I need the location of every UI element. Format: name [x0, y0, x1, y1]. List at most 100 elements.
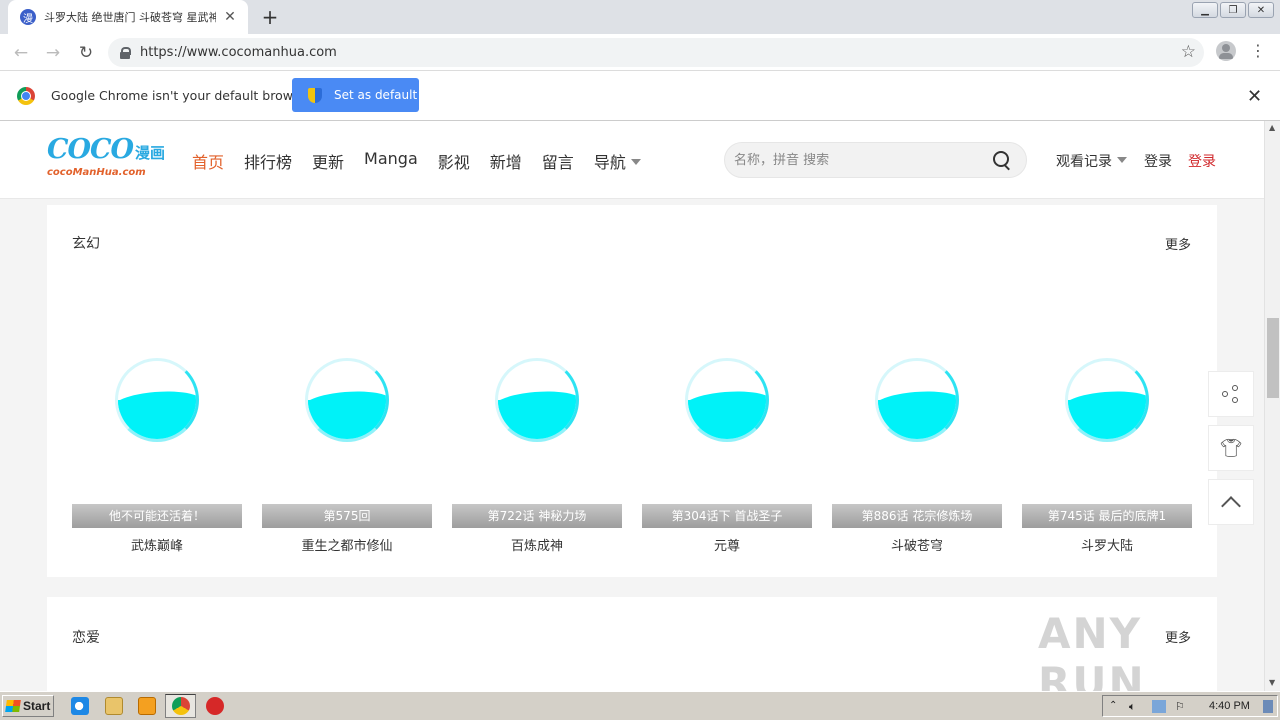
card-latest-chapter: 第575回	[262, 504, 432, 528]
action-center-flag-icon[interactable]: ⚐	[1175, 700, 1189, 713]
new-tab-button[interactable]: +	[258, 5, 282, 29]
stop-recording-icon[interactable]	[206, 697, 224, 715]
scrollbar-thumb[interactable]	[1267, 318, 1279, 398]
loading-spinner-icon	[115, 358, 199, 442]
card-latest-chapter: 第722话 神秘力场	[452, 504, 622, 528]
site-header: COCO 漫画 cocoManHua.com 首页 排行榜 更新 Manga 影视…	[0, 121, 1264, 199]
section-title: 玄幻	[72, 236, 100, 252]
set-as-default-button[interactable]: Set as default	[292, 78, 419, 112]
section-fantasy: 玄幻 更多 他不可能还活着！ 武炼巅峰 第575回 重生之都市修仙 第722话 …	[47, 205, 1217, 577]
nav-ranking[interactable]: 排行榜	[244, 149, 292, 173]
section-more-link[interactable]: 更多	[1165, 234, 1191, 253]
card-title[interactable]: 元尊	[642, 535, 812, 554]
comic-card[interactable]: 第745话 最后的底牌1 斗罗大陆	[1022, 350, 1192, 560]
scroll-up-arrow-icon[interactable]: ▲	[1269, 123, 1275, 132]
windows-logo-icon	[5, 700, 21, 712]
taskbar-clock[interactable]: 4:40 PM	[1209, 700, 1250, 712]
logo-chinese: 漫画	[135, 144, 166, 162]
browser-toolbar: ← → ↻ https://www.cocomanhua.com ☆	[0, 34, 1280, 71]
tab-strip: 漫 斗罗大陆 绝世唐门 斗破苍穹 星武神 ✕ + ▁ ❐ ✕	[0, 0, 1280, 34]
loading-spinner-icon	[495, 358, 579, 442]
card-title[interactable]: 斗破苍穹	[832, 535, 1002, 554]
chrome-taskbar-button[interactable]	[165, 694, 196, 718]
back-to-top-button[interactable]	[1208, 479, 1254, 525]
loading-wave	[118, 400, 196, 439]
bookmark-star-icon[interactable]: ☆	[1181, 42, 1196, 62]
watch-history-label: 观看记录	[1056, 154, 1112, 170]
chevron-down-icon	[1117, 157, 1127, 163]
search-icon[interactable]	[993, 151, 1011, 169]
tshirt-icon: 👕︎	[1219, 437, 1243, 459]
page-scrollbar[interactable]: ▲ ▼	[1264, 121, 1280, 691]
forward-arrow-icon[interactable]: →	[40, 40, 66, 66]
profile-avatar-icon[interactable]	[1216, 41, 1236, 61]
card-title[interactable]: 百炼成神	[452, 535, 622, 554]
loading-spinner-icon	[875, 358, 959, 442]
scroll-down-arrow-icon[interactable]: ▼	[1269, 678, 1275, 687]
lock-icon[interactable]	[120, 46, 131, 59]
file-explorer-icon[interactable]	[105, 697, 123, 715]
logo-domain: cocoManHua.com	[47, 167, 146, 178]
volume-icon[interactable]: 🔈︎	[1129, 700, 1143, 713]
media-player-icon[interactable]	[138, 697, 156, 715]
browser-tab[interactable]: 漫 斗罗大陆 绝世唐门 斗破苍穹 星武神 ✕	[8, 0, 248, 34]
window-close-button[interactable]: ✕	[1248, 2, 1274, 18]
skin-button[interactable]: 👕︎	[1208, 425, 1254, 471]
show-desktop-icon[interactable]	[1263, 700, 1273, 713]
card-latest-chapter: 第886话 花宗修炼场	[832, 504, 1002, 528]
card-title[interactable]: 斗罗大陆	[1022, 535, 1192, 554]
restore-button[interactable]: ❐	[1220, 2, 1246, 18]
loading-wave	[308, 400, 386, 439]
tab-title: 斗罗大陆 绝世唐门 斗破苍穹 星武神	[44, 11, 216, 24]
tray-expand-icon[interactable]: ⌃	[1109, 700, 1123, 713]
nav-guestbook[interactable]: 留言	[542, 149, 574, 173]
loading-wave	[878, 400, 956, 439]
start-button[interactable]: Start	[2, 695, 54, 717]
nav-navigation-label: 导航	[593, 153, 626, 172]
nav-home[interactable]: 首页	[192, 149, 224, 173]
minimize-button[interactable]: ▁	[1192, 2, 1218, 18]
loading-spinner-icon	[1065, 358, 1149, 442]
watch-history-dropdown[interactable]: 观看记录	[1056, 151, 1127, 171]
share-icon	[1222, 385, 1240, 403]
search-box	[724, 142, 1027, 178]
section-title: 恋爱	[72, 630, 100, 646]
url-text[interactable]: https://www.cocomanhua.com	[140, 45, 337, 60]
infobar-close-icon[interactable]: ✕	[1247, 86, 1262, 107]
comic-card[interactable]: 第575回 重生之都市修仙	[262, 350, 432, 560]
default-browser-infobar: Google Chrome isn't your default browser…	[0, 71, 1280, 121]
nav-updates[interactable]: 更新	[312, 149, 344, 173]
login-link[interactable]: 登录	[1144, 151, 1172, 171]
window-controls: ▁ ❐ ✕	[1192, 2, 1274, 18]
comic-card[interactable]: 第304话下 首战圣子 元尊	[642, 350, 812, 560]
logo-text: COCO	[47, 134, 134, 165]
comic-card[interactable]: 第886话 花宗修炼场 斗破苍穹	[832, 350, 1002, 560]
internet-explorer-icon[interactable]	[71, 697, 89, 715]
nav-navigation[interactable]: 导航	[594, 149, 641, 173]
share-button[interactable]	[1208, 371, 1254, 417]
back-arrow-icon[interactable]: ←	[8, 40, 34, 66]
nav-manga[interactable]: Manga	[364, 149, 418, 173]
card-title[interactable]: 武炼巅峰	[72, 535, 242, 554]
system-tray: ⌃ 🔈︎ ⚐ 4:40 PM	[1102, 695, 1278, 717]
chevron-down-icon	[630, 159, 641, 165]
chrome-menu-icon[interactable]: ⋮	[1250, 41, 1266, 61]
loading-wave	[498, 400, 576, 439]
loading-wave	[1068, 400, 1146, 439]
reload-icon[interactable]: ↻	[73, 40, 99, 66]
tab-close-icon[interactable]: ✕	[222, 9, 238, 25]
network-icon[interactable]	[1152, 700, 1166, 713]
loading-spinner-icon	[685, 358, 769, 442]
comic-card[interactable]: 他不可能还活着！ 武炼巅峰	[72, 350, 242, 560]
nav-video[interactable]: 影视	[438, 149, 470, 173]
nav-new[interactable]: 新增	[490, 149, 522, 173]
register-link[interactable]: 登录	[1188, 151, 1216, 171]
site-favicon-icon: 漫	[20, 9, 36, 25]
card-title[interactable]: 重生之都市修仙	[262, 535, 432, 554]
site-logo[interactable]: COCO 漫画 cocoManHua.com	[47, 135, 169, 185]
comic-card[interactable]: 第722话 神秘力场 百炼成神	[452, 350, 622, 560]
address-bar[interactable]: https://www.cocomanhua.com ☆	[108, 38, 1204, 67]
chevron-up-icon	[1221, 496, 1241, 516]
search-input[interactable]	[734, 151, 984, 169]
windows-taskbar: Start ⌃ 🔈︎ ⚐ 4:40 PM	[0, 691, 1280, 720]
